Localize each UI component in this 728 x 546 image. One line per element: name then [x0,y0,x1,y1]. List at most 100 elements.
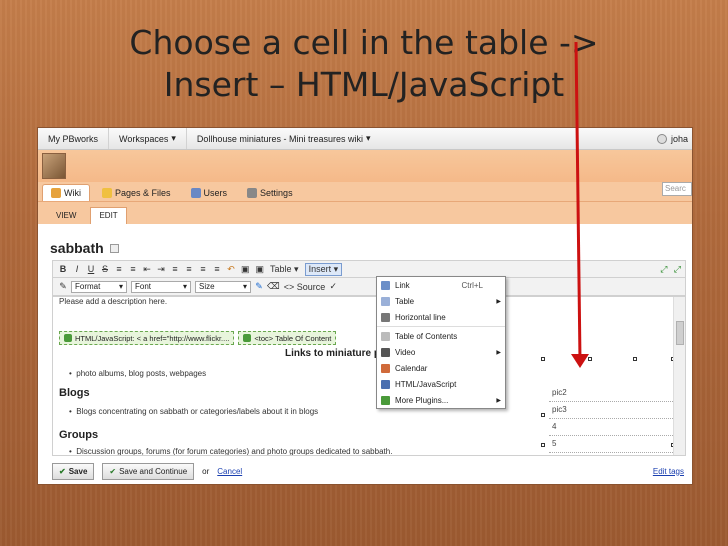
tab-view[interactable]: VIEW [48,208,84,224]
bullet-list-icon[interactable]: ≡ [115,264,123,274]
link-icon [381,280,390,290]
tab-settings-label: Settings [260,188,293,198]
table-cell[interactable]: 5 [549,436,683,453]
table-cells: pic2 pic3 4 5 6 [549,385,683,455]
user-menu[interactable]: joha [656,133,692,144]
table-icon [381,296,390,306]
resize-handle[interactable] [541,443,545,447]
menu-item-link[interactable]: Link Ctrl+L [377,277,505,293]
eraser-icon[interactable]: ⌫ [267,281,280,292]
undo-icon[interactable]: ↶ [227,264,235,275]
outdent-icon[interactable]: ⇤ [143,264,151,275]
save-continue-button[interactable]: ✔ Save and Continue [102,462,195,480]
insert-menu: Link Ctrl+L Table ▶ Horizontal line Table … [376,276,506,409]
table-cell[interactable]: pic2 [549,385,683,402]
format-select-value: Format [75,282,101,291]
video-icon [381,347,390,357]
menu-separator [377,326,505,327]
list-item: • Blogs concentrating on sabbath or cate… [69,407,319,416]
align-left-icon[interactable]: ≡ [171,264,179,274]
bold-button[interactable]: B [59,264,67,274]
italic-button[interactable]: I [73,264,81,274]
expand-icon[interactable]: ⤢ [660,264,668,275]
table-cell[interactable]: pic3 [549,402,683,419]
size-select[interactable]: Size ▾ [195,280,251,293]
format-select[interactable]: Format ▾ [71,280,127,293]
tab-users[interactable]: Users [183,185,236,201]
menu-item-more-plugins[interactable]: More Plugins... ▶ [377,392,505,408]
browser-screenshot: My PBworks Workspaces ▾ Dollhouse miniatu… [37,127,693,485]
my-pbworks-label: My PBworks [48,133,99,144]
header-band [38,150,692,182]
plugin1-label: HTML/JavaScript: < a href="http://www.fl… [75,333,230,343]
plugin-icon [381,395,390,405]
page-title: sabbath [50,240,119,256]
align-justify-icon[interactable]: ≡ [213,264,221,274]
indent-icon[interactable]: ⇥ [157,264,165,275]
list-item-text: photo albums, blog posts, webpages [76,369,207,378]
plugin-bar: HTML/JavaScript: < a href="http://www.fl… [59,331,337,345]
scroll-thumb[interactable] [676,321,684,345]
resize-handle[interactable] [633,357,637,361]
tab-wiki[interactable]: Wiki [42,184,90,201]
spellcheck-icon[interactable]: ✓ [329,281,338,292]
workspaces-menu[interactable]: Workspaces ▾ [109,128,187,149]
chevron-down-icon: ▾ [118,282,123,291]
cancel-link[interactable]: Cancel [217,467,242,476]
font-select[interactable]: Font ▾ [131,280,191,293]
editor-scrollbar[interactable] [673,297,685,455]
search-input[interactable]: Searc [662,182,692,196]
tab-pages-files[interactable]: Pages & Files [94,185,179,201]
wiki-name-label: Dollhouse miniatures - Mini treasures wi… [196,133,363,144]
menu-item-video[interactable]: Video ▶ [377,344,505,360]
my-pbworks-link[interactable]: My PBworks [38,128,110,149]
menu-item-label: Link [395,280,410,290]
insert-button[interactable]: Insert ▾ [304,262,343,276]
editor-toolbar-row1: B I U S ≡ ≡ ⇤ ⇥ ≡ ≡ ≡ ≡ ↶ ▣ ▣ Table ▾ In… [52,260,686,278]
rename-icon[interactable] [109,243,119,253]
menu-item-label: Video [395,347,416,357]
strikethrough-button[interactable]: S [101,264,109,274]
menu-item-label: Table [395,296,415,306]
text-color-icon[interactable]: ✎ [255,281,263,292]
editor-area[interactable]: Please add a description here. HTML/Java… [52,296,686,456]
user-name: joha [670,133,688,144]
menu-item-table[interactable]: Table ▶ [377,293,505,309]
slide-title-line1: Choose a cell in the table -> [129,23,599,62]
paste-icon[interactable]: ▣ [241,264,250,275]
table-cell[interactable]: 4 [549,419,683,436]
submenu-arrow-icon: ▶ [496,298,501,305]
toc-icon [381,331,390,341]
toc-plugin[interactable]: <toc> Table Of Content [238,331,337,345]
wiki-name-menu[interactable]: Dollhouse miniatures - Mini treasures wi… [187,128,381,149]
source-button[interactable]: <> Source [284,282,326,292]
top-navigation-bar: My PBworks Workspaces ▾ Dollhouse miniatu… [38,128,692,150]
wiki-icon [51,188,61,198]
resize-handle[interactable] [588,357,592,361]
numbered-list-icon[interactable]: ≡ [129,264,137,274]
list-item-text: Blogs concentrating on sabbath or catego… [76,407,319,416]
submenu-arrow-icon: ▶ [496,397,501,404]
table-cell[interactable]: 6 [549,453,683,455]
resize-handle[interactable] [541,357,545,361]
save-icon: ✔ [59,466,66,476]
collapse-icon[interactable]: ⤢ [674,264,685,275]
bottom-action-bar: ✔ Save ✔ Save and Continue or Cancel Edit … [52,460,686,482]
tab-edit[interactable]: EDIT [90,207,127,224]
paste-text-icon[interactable]: ▣ [256,264,265,275]
align-right-icon[interactable]: ≡ [199,264,207,274]
tab-settings[interactable]: Settings [239,185,301,201]
menu-item-html-javascript[interactable]: HTML/JavaScript [377,376,505,392]
style-icon[interactable]: ✎ [59,281,67,292]
resize-handle[interactable] [541,413,545,417]
html-javascript-plugin[interactable]: HTML/JavaScript: < a href="http://www.fl… [59,331,235,345]
menu-item-calendar[interactable]: Calendar [377,360,505,376]
align-center-icon[interactable]: ≡ [185,264,193,274]
edit-tags-link[interactable]: Edit tags [653,467,684,476]
user-icon [656,133,667,144]
menu-item-table-of-contents[interactable]: Table of Contents [377,328,505,344]
save-button[interactable]: ✔ Save [52,462,95,480]
table-button[interactable]: Table ▾ [270,264,299,275]
menu-item-horizontal-line[interactable]: Horizontal line [377,309,505,325]
underline-button[interactable]: U [87,264,95,274]
